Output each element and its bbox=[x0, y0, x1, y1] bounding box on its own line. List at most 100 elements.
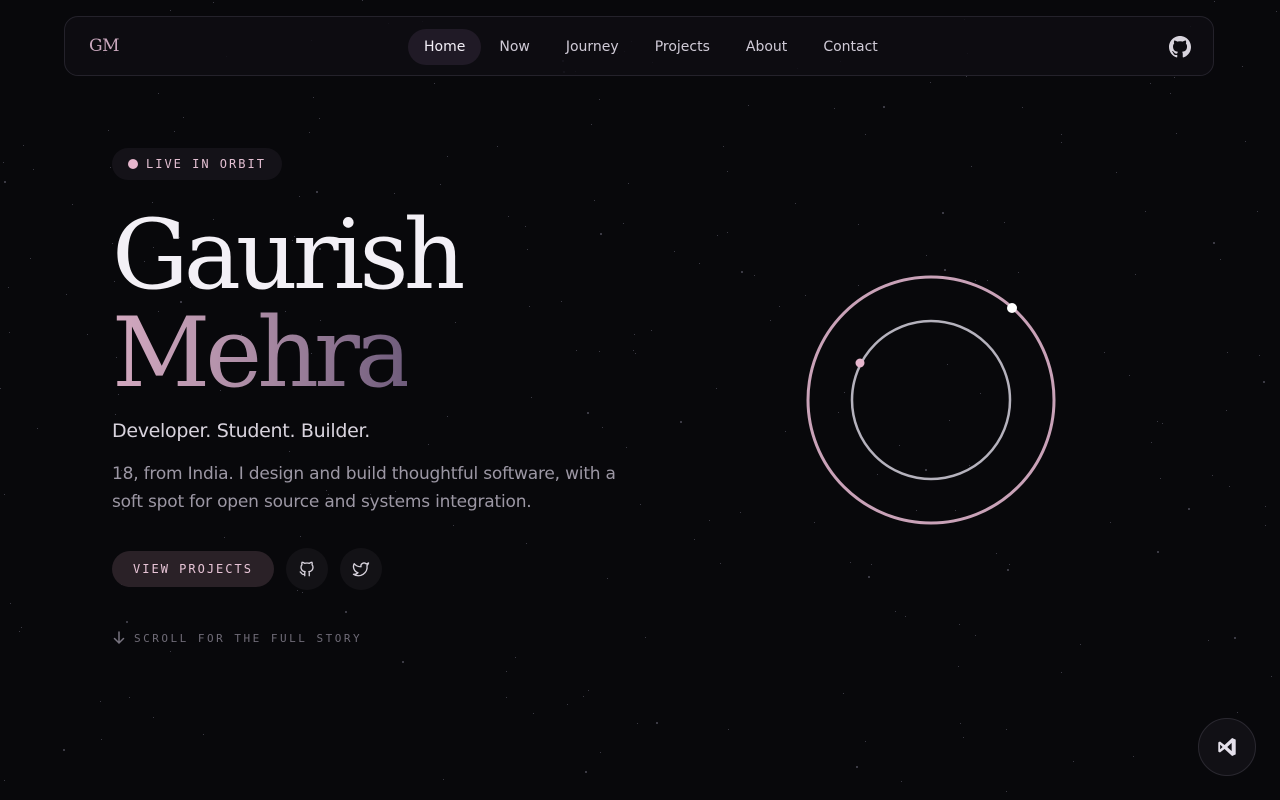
star bbox=[402, 661, 404, 663]
star bbox=[843, 693, 844, 694]
scroll-hint-label: SCROLL FOR THE FULL STORY bbox=[134, 631, 363, 645]
nav-link-home[interactable]: Home bbox=[408, 29, 482, 65]
star bbox=[628, 183, 629, 184]
star bbox=[508, 216, 509, 217]
github-icon bbox=[299, 561, 314, 577]
star bbox=[717, 235, 718, 236]
star bbox=[1061, 134, 1062, 135]
star bbox=[72, 204, 73, 205]
hero-last-name: Mehra bbox=[112, 294, 412, 412]
star bbox=[309, 132, 310, 133]
nav-link-about[interactable]: About bbox=[728, 29, 805, 65]
vscode-icon bbox=[1218, 738, 1236, 756]
star bbox=[525, 226, 526, 227]
star bbox=[795, 203, 796, 204]
vscode-fab-button[interactable] bbox=[1198, 718, 1256, 776]
top-navbar: GM Home Now Journey Projects About Conta… bbox=[64, 16, 1214, 76]
star bbox=[1174, 77, 1175, 78]
star bbox=[345, 611, 347, 613]
star bbox=[585, 771, 587, 773]
star bbox=[63, 749, 65, 751]
star bbox=[637, 723, 638, 724]
star bbox=[443, 779, 444, 780]
star bbox=[297, 590, 298, 591]
nav-links: Home Now Journey Projects About Contact bbox=[408, 29, 896, 65]
star bbox=[203, 734, 204, 735]
star bbox=[905, 616, 906, 617]
star bbox=[213, 2, 214, 3]
star bbox=[158, 93, 159, 94]
star bbox=[591, 124, 592, 125]
star bbox=[602, 427, 603, 428]
star bbox=[716, 388, 717, 389]
star bbox=[587, 412, 589, 414]
github-link-button[interactable] bbox=[286, 548, 328, 590]
nav-link-journey[interactable]: Journey bbox=[548, 29, 637, 65]
star bbox=[300, 536, 301, 537]
star bbox=[1007, 569, 1009, 571]
star bbox=[1145, 211, 1146, 212]
star bbox=[971, 166, 972, 167]
star bbox=[607, 578, 608, 579]
outer-orbit-ring bbox=[806, 275, 1056, 525]
star bbox=[313, 97, 314, 98]
star bbox=[883, 106, 885, 108]
status-badge: LIVE IN ORBIT bbox=[112, 148, 282, 180]
star bbox=[656, 722, 658, 724]
star bbox=[1234, 637, 1236, 639]
star bbox=[1213, 242, 1215, 244]
nav-link-now[interactable]: Now bbox=[481, 29, 548, 65]
star bbox=[1271, 676, 1272, 677]
star bbox=[1157, 551, 1159, 553]
star bbox=[651, 330, 652, 331]
star bbox=[440, 184, 441, 185]
view-projects-button[interactable]: VIEW PROJECTS bbox=[112, 551, 274, 587]
star bbox=[975, 635, 976, 636]
star bbox=[576, 350, 577, 351]
twitter-link-button[interactable] bbox=[340, 548, 382, 590]
nav-link-contact[interactable]: Contact bbox=[805, 29, 895, 65]
github-icon[interactable] bbox=[1169, 36, 1191, 58]
star bbox=[720, 563, 721, 564]
star bbox=[963, 737, 964, 738]
star bbox=[527, 249, 528, 250]
scroll-hint[interactable]: SCROLL FOR THE FULL STORY bbox=[112, 630, 362, 646]
star bbox=[754, 275, 755, 276]
star bbox=[942, 212, 944, 214]
star bbox=[709, 520, 710, 521]
star bbox=[455, 322, 456, 323]
star bbox=[33, 169, 34, 170]
star bbox=[1104, 352, 1105, 353]
star bbox=[561, 301, 562, 302]
star bbox=[901, 781, 902, 782]
site-logo[interactable]: GM bbox=[89, 36, 120, 56]
star bbox=[1135, 274, 1136, 275]
star bbox=[645, 637, 646, 638]
star bbox=[1220, 259, 1221, 260]
star bbox=[770, 320, 771, 321]
star bbox=[600, 752, 601, 753]
star bbox=[529, 306, 530, 307]
star bbox=[960, 723, 961, 724]
star bbox=[506, 671, 507, 672]
star bbox=[785, 431, 786, 432]
star bbox=[594, 200, 595, 201]
star bbox=[727, 171, 728, 172]
star bbox=[1006, 729, 1007, 730]
star bbox=[1227, 352, 1228, 353]
star bbox=[1188, 508, 1190, 510]
star bbox=[1276, 11, 1277, 12]
star bbox=[533, 713, 534, 714]
star bbox=[1110, 522, 1111, 523]
star bbox=[9, 332, 10, 333]
star bbox=[1237, 712, 1238, 713]
star bbox=[289, 451, 290, 452]
nav-link-projects[interactable]: Projects bbox=[637, 29, 728, 65]
star bbox=[858, 224, 859, 225]
status-badge-label: LIVE IN ORBIT bbox=[146, 157, 266, 171]
orbit-illustration bbox=[806, 275, 1056, 525]
star bbox=[727, 232, 728, 233]
star bbox=[865, 741, 866, 742]
star bbox=[740, 512, 741, 513]
star bbox=[1263, 381, 1265, 383]
